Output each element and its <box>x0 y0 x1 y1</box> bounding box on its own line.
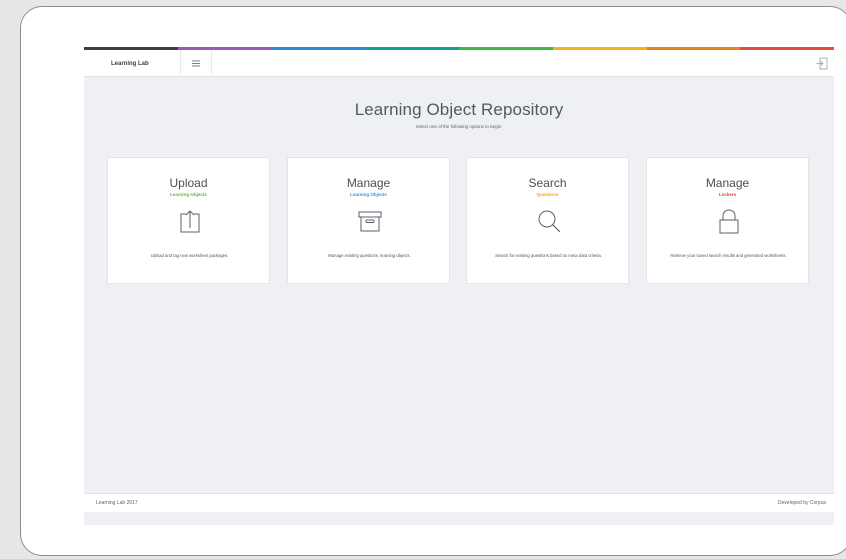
card-description: Search for existing questions based on m… <box>495 253 602 258</box>
card-description: Upload and tag new worksheet packages. <box>150 253 229 258</box>
upload-learning-objects-card[interactable]: Upload Learning Objects Upload and tag n… <box>107 157 270 284</box>
card-description: Manage existing questions, learning obje… <box>328 253 411 258</box>
manage-lockers-card[interactable]: Manage Lockers Retrieve your saved searc… <box>646 157 809 284</box>
menu-button[interactable] <box>181 50 212 77</box>
manage-learning-objects-card[interactable]: Manage Learning Objects Manage existing … <box>287 157 450 284</box>
card-subtitle: Learning Objects <box>350 192 387 197</box>
card-title: Manage <box>346 176 391 190</box>
page-title: Learning Object Repository <box>354 100 564 119</box>
brand-link[interactable]: Learning Lab <box>84 50 181 77</box>
app-footer: Learning Lab 2017 Developed by Corpus <box>84 493 834 512</box>
footer-copyright: Learning Lab 2017 <box>96 500 138 506</box>
hamburger-menu-icon <box>192 60 200 67</box>
card-subtitle: Questions <box>536 192 559 197</box>
archive-box-icon <box>358 211 382 232</box>
search-questions-card[interactable]: Search Questions Search for existing que… <box>466 157 629 284</box>
card-title: Manage <box>705 176 750 190</box>
card-title: Upload <box>169 176 208 190</box>
options-grid: Upload Learning Objects Upload and tag n… <box>107 157 811 284</box>
lock-icon <box>719 209 739 234</box>
page-subtitle: Select one of the following options to b… <box>415 124 503 129</box>
app-header: Learning Lab <box>84 50 834 77</box>
card-description: Retrieve your saved search results and g… <box>670 253 787 258</box>
sign-out-icon[interactable] <box>816 57 828 70</box>
search-icon <box>538 210 561 233</box>
app-screen: Learning Lab Learning Object Repository … <box>84 47 834 525</box>
footer-credit: Developed by Corpus <box>777 500 826 506</box>
card-subtitle: Learning Objects <box>170 192 207 197</box>
upload-icon <box>180 210 200 233</box>
card-title: Search <box>528 176 567 190</box>
card-subtitle: Lockers <box>718 192 737 197</box>
tablet-frame: Learning Lab Learning Object Repository … <box>20 6 846 556</box>
